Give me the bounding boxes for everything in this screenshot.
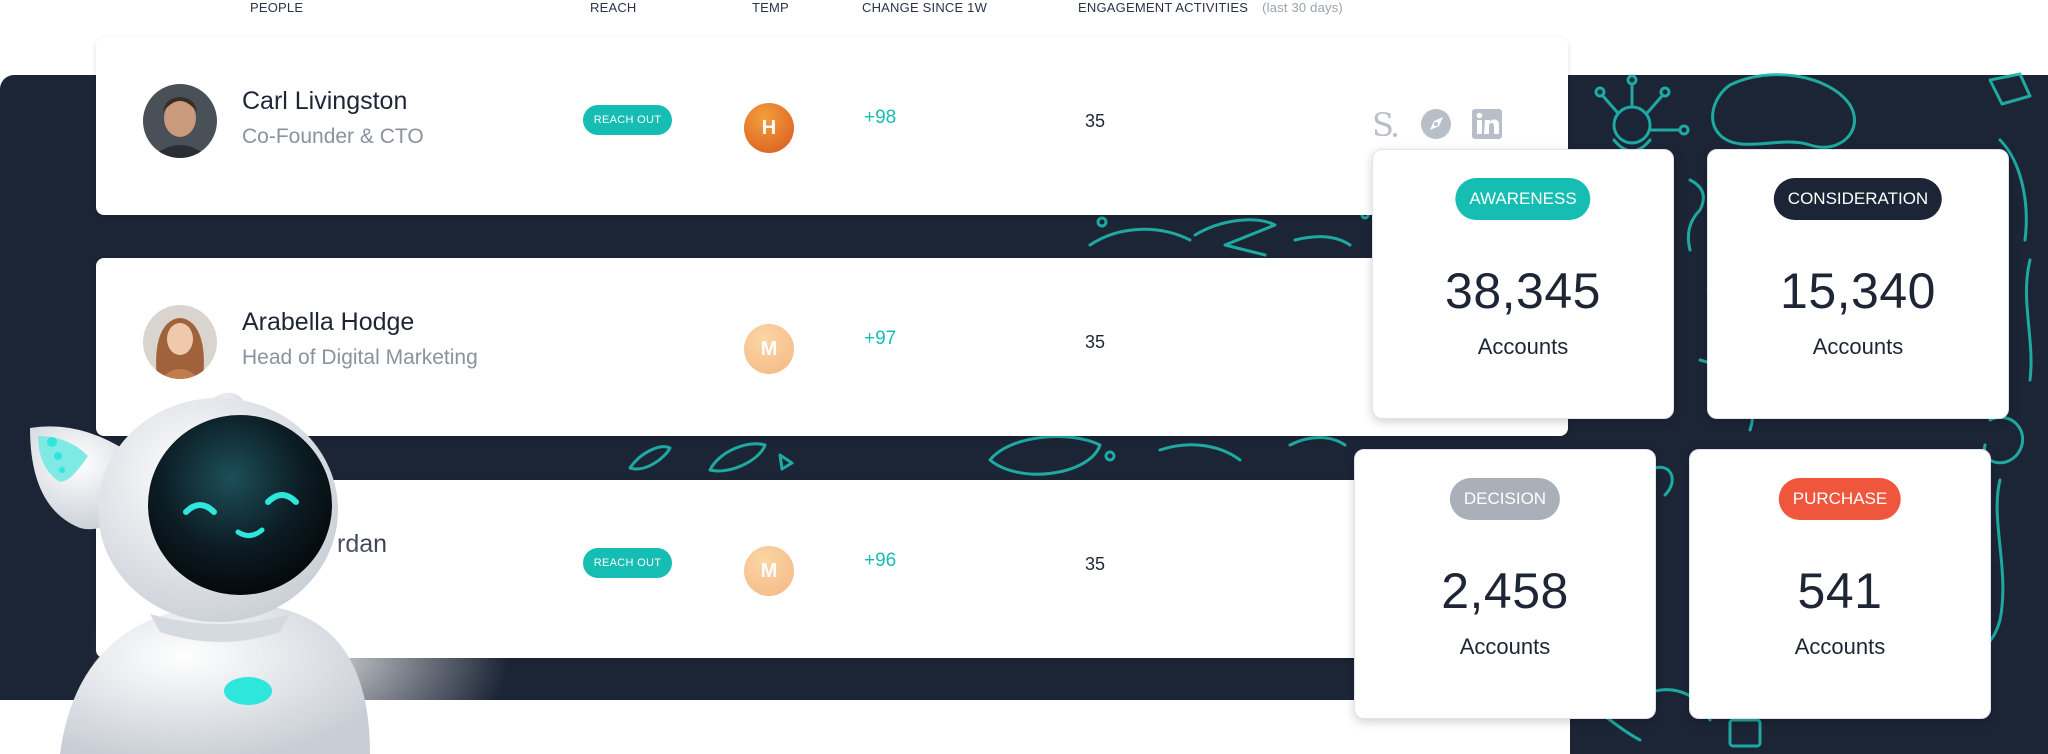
change-value: +98 [864,107,897,128]
change-value: +96 [864,550,897,571]
consideration-label: CONSIDERATION [1773,178,1943,220]
engagement-count: 35 [1085,332,1106,352]
person-title: Co-Founder & CTO [242,125,424,148]
engagement-count: 35 [1085,111,1106,131]
salesloft-s-icon[interactable]: S [1368,106,1402,144]
purchase-unit: Accounts [1794,634,1886,659]
engagement-count: 35 [1085,554,1106,574]
linkedin-icon[interactable] [1470,107,1504,141]
compass-icon[interactable] [1419,107,1453,141]
decision-label: DECISION [1449,478,1561,520]
temperature-badge: M [744,324,794,374]
robot-mascot-illustration [30,392,510,754]
person-name[interactable]: Carl Livingston [242,87,407,116]
purchase-label: PURCHASE [1778,478,1902,520]
awareness-label: AWARENESS [1455,178,1591,220]
temperature-badge: M [744,546,794,596]
awareness-card[interactable]: AWARENESS 38,345 Accounts [1372,149,1674,419]
temperature-badge: H [744,103,794,153]
awareness-unit: Accounts [1477,334,1569,359]
decision-card[interactable]: DECISION 2,458 Accounts [1354,449,1656,719]
svg-text:S: S [1372,107,1394,141]
reach-out-button[interactable]: REACH OUT [583,105,672,135]
avatar[interactable] [143,84,217,158]
consideration-unit: Accounts [1812,334,1904,359]
purchase-card[interactable]: PURCHASE 541 Accounts [1689,449,1991,719]
consideration-card[interactable]: CONSIDERATION 15,340 Accounts [1707,149,2009,419]
purchase-value: 541 [1797,563,1883,619]
change-value: +97 [864,328,897,349]
reach-out-button[interactable]: REACH OUT [583,548,672,578]
person-name[interactable]: Arabella Hodge [242,308,414,337]
consideration-value: 15,340 [1780,263,1936,319]
awareness-value: 38,345 [1445,263,1601,319]
decision-value: 2,458 [1441,563,1569,619]
decision-unit: Accounts [1459,634,1551,659]
table-row[interactable]: Carl Livingston Co-Founder & CTO REACH O… [96,37,1568,215]
